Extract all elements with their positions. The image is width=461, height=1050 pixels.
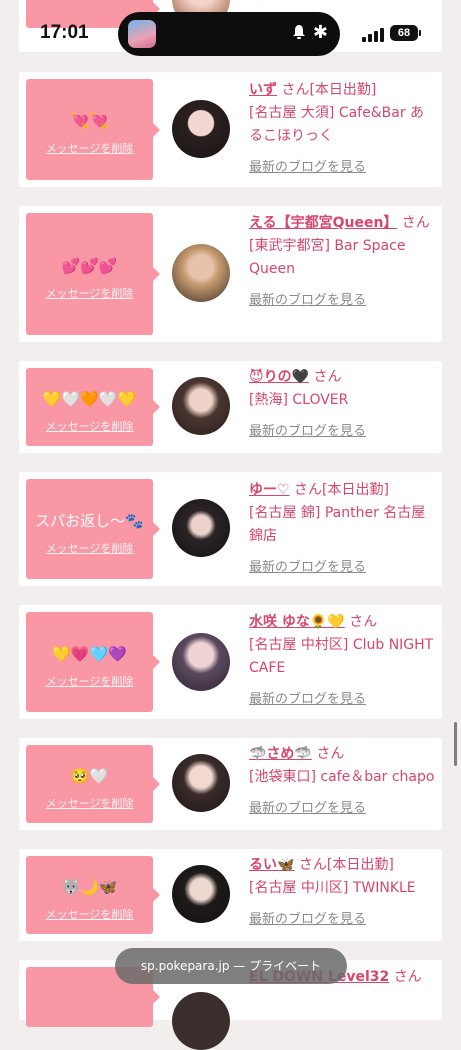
message-text: 💛💗🩵💜 xyxy=(52,645,127,663)
delete-message-link[interactable]: メッセージを削除 xyxy=(46,140,134,156)
message-text: スパお返し〜🐾 xyxy=(35,512,144,530)
shop-location: [東武宇都宮] Bar Space Queen xyxy=(249,238,406,277)
avatar[interactable] xyxy=(172,377,230,435)
honorific: さん xyxy=(393,969,422,985)
latest-blog-link[interactable]: 最新のブログを見る xyxy=(249,289,366,312)
list-item: 💛💗🩵💜 メッセージを削除 水咲 ゆな🌻💛 さん [名古屋 中村区] Club … xyxy=(19,605,442,719)
status-time: 17:01 xyxy=(40,22,89,43)
honorific: さん xyxy=(401,215,430,231)
delete-message-link[interactable]: メッセージを削除 xyxy=(46,906,134,922)
message-bubble: 💕💕💕 メッセージを削除 xyxy=(26,213,160,335)
list-item: 💘💘 メッセージを削除 いず さん[本日出勤] [名古屋 大須] Cafe&Ba… xyxy=(19,72,442,187)
bell-icon xyxy=(293,25,305,39)
list-item: スパお返し〜🐾 メッセージを削除 ゆー♡ さん[本日出勤] [名古屋 錦] Pa… xyxy=(19,472,442,586)
delete-message-link[interactable]: メッセージを削除 xyxy=(46,673,134,689)
browser-url-bar[interactable]: sp.pokepara.jp — プライベート xyxy=(115,948,347,984)
avatar[interactable] xyxy=(172,499,230,557)
dynamic-island: ✱ xyxy=(118,12,340,56)
avatar[interactable] xyxy=(172,992,230,1050)
latest-blog-link[interactable]: 最新のブログを見る xyxy=(249,556,366,579)
shop-location: [名古屋 錦] Panther 名古屋錦店 xyxy=(249,505,426,544)
delete-message-link[interactable]: メッセージを削除 xyxy=(46,285,134,301)
delete-message-link[interactable]: メッセージを削除 xyxy=(46,540,134,556)
honorific: さん xyxy=(316,746,345,762)
honorific: さん xyxy=(349,614,378,630)
latest-blog-link[interactable]: 最新のブログを見る xyxy=(249,797,366,820)
app-thumbnail-icon xyxy=(128,20,156,48)
message-bubble: 💛💗🩵💜 メッセージを削除 xyxy=(26,612,160,712)
status-bar: 17:01 ✱ 68 xyxy=(0,0,461,70)
message-bubble: 🐺🌙🦋 メッセージを削除 xyxy=(26,856,160,934)
list-item: 🐺🌙🦋 メッセージを削除 るい🦋 さん[本日出勤] [名古屋 中川区] TWIN… xyxy=(19,849,442,941)
cast-name-link[interactable]: える【宇都宮Queen】 xyxy=(249,215,397,231)
message-bubble: 💘💘 メッセージを削除 xyxy=(26,79,160,180)
message-text: 🥺🤍 xyxy=(70,767,109,785)
avatar[interactable] xyxy=(172,633,230,691)
list-item: 💛🤍🧡🤍💛 メッセージを削除 😈りの🖤 さん [熱海] CLOVER 最新のブロ… xyxy=(19,361,442,453)
honorific: さん xyxy=(281,82,310,98)
avatar[interactable] xyxy=(172,244,230,302)
message-text: 🐺🌙🦋 xyxy=(61,878,118,896)
cast-name-link[interactable]: 水咲 ゆな🌻💛 xyxy=(249,614,345,630)
battery-icon: 68 xyxy=(390,25,421,41)
cast-name-link[interactable]: ゆー♡ xyxy=(249,482,290,498)
honorific: さん xyxy=(294,482,323,498)
attendance-badge: [本日出勤] xyxy=(326,857,394,873)
delete-message-link[interactable]: メッセージを削除 xyxy=(46,418,134,434)
honorific: さん xyxy=(313,369,342,385)
message-text: 💕💕💕 xyxy=(61,257,118,275)
avatar[interactable] xyxy=(172,100,230,158)
avatar[interactable] xyxy=(172,865,230,923)
avatar[interactable] xyxy=(172,754,230,812)
signal-icon xyxy=(362,28,384,42)
bluetooth-icon: ✱ xyxy=(312,22,328,43)
message-text: 💛🤍🧡🤍💛 xyxy=(42,390,137,408)
attendance-badge: [本日出勤] xyxy=(309,82,377,98)
shop-location: [名古屋 中村区] Club NIGHT CAFE xyxy=(249,637,434,676)
cast-name-link[interactable]: いず xyxy=(249,82,277,98)
list-item: 💕💕💕 メッセージを削除 える【宇都宮Queen】 さん [東武宇都宮] Bar… xyxy=(19,206,442,342)
latest-blog-link[interactable]: 最新のブログを見る xyxy=(249,908,366,931)
cast-name-link[interactable]: るい🦋 xyxy=(249,857,294,873)
message-text: 💘💘 xyxy=(70,112,109,130)
cast-name-link[interactable]: 😈りの🖤 xyxy=(249,369,309,385)
delete-message-link[interactable]: メッセージを削除 xyxy=(46,795,134,811)
latest-blog-link[interactable]: 最新のブログを見る xyxy=(249,420,366,443)
message-bubble: 💛🤍🧡🤍💛 メッセージを削除 xyxy=(26,368,160,446)
latest-blog-link[interactable]: 最新のブログを見る xyxy=(249,156,366,179)
shop-location: [熱海] CLOVER xyxy=(249,392,349,408)
latest-blog-link[interactable]: 最新のブログを見る xyxy=(249,688,366,711)
cast-name-link[interactable]: 🦈さめ🦈 xyxy=(249,746,312,762)
message-bubble: 🥺🤍 メッセージを削除 xyxy=(26,745,160,823)
shop-location: [名古屋 中川区] TWINKLE xyxy=(249,880,416,896)
shop-location: [池袋東口] cafe＆bar chapo xyxy=(249,769,435,785)
list-item: 🥺🤍 メッセージを削除 🦈さめ🦈 さん [池袋東口] cafe＆bar chap… xyxy=(19,738,442,830)
honorific: さん xyxy=(298,857,327,873)
attendance-badge: [本日出勤] xyxy=(322,482,389,498)
message-bubble: スパお返し〜🐾 メッセージを削除 xyxy=(26,479,160,579)
shop-location: [名古屋 大須] Cafe&Bar あるこほりっく xyxy=(249,105,425,144)
scrollbar-thumb[interactable] xyxy=(454,722,457,766)
